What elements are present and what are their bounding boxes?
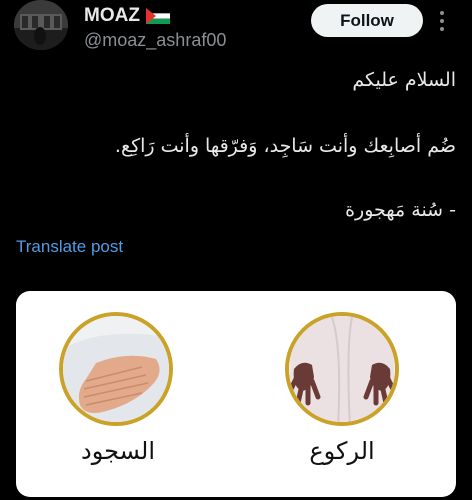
palestine-flag-icon [145,8,170,24]
post-image[interactable]: السجود الركوع [16,291,456,497]
translate-post-link[interactable]: Translate post [16,237,123,257]
ruku-hands-illustration [285,312,399,426]
user-handle[interactable]: @moaz_ashraf00 [84,30,226,51]
more-options-icon[interactable] [436,8,448,34]
display-name-row[interactable]: MOAZ [84,5,170,27]
display-name[interactable]: MOAZ [84,5,140,27]
post-line-note: - سُنة مَهجورة [345,199,456,221]
avatar[interactable] [14,0,68,50]
post-line-instruction: ضُم أصابِعك وأنت سَاجِد، وَفرّقها وأنت ر… [114,135,456,157]
sujud-hand-illustration [59,312,173,426]
follow-button[interactable]: Follow [311,4,423,37]
caption-ruku: الركوع [309,437,375,465]
post-line-greeting: السلام عليكم [352,69,456,91]
caption-sujud: السجود [81,437,155,465]
post-text: السلام عليكم ضُم أصابِعك وأنت سَاجِد، وَ… [26,60,456,230]
